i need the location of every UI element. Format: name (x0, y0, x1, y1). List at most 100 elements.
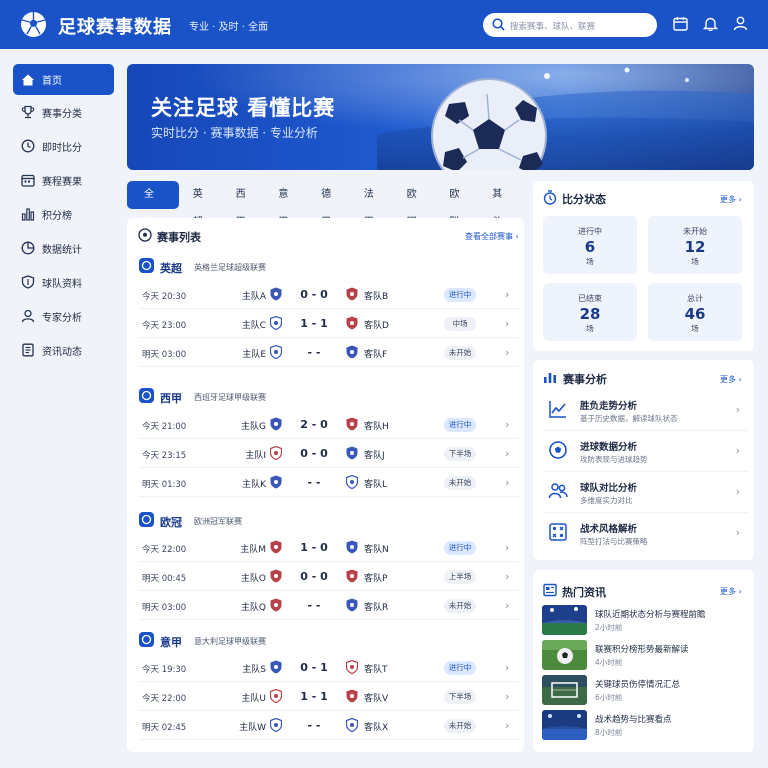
sidebar-item-statistics[interactable]: 数据统计 (13, 231, 114, 265)
analysis-item-trend[interactable]: 胜负走势分析 基于历史数据，解读球队状态 › (543, 390, 748, 431)
sidebar-item-standings[interactable]: 积分榜 (13, 197, 114, 231)
stat-card-finished[interactable]: 已结束 28 场 (543, 283, 637, 341)
stat-card-total[interactable]: 总计 46 场 (648, 283, 742, 341)
match-status-badge: 下半场 (444, 447, 476, 461)
tab-champions-league[interactable]: 欧冠 (396, 181, 436, 228)
news-more-link[interactable]: 更多 › (720, 586, 742, 597)
home-team: 主队C (241, 321, 266, 331)
chevron-right-icon[interactable]: › (505, 599, 509, 612)
league-header[interactable]: 意甲 意大利足球甲级联赛 (139, 630, 519, 650)
league-header[interactable]: 英超 英格兰足球超级联赛 (139, 256, 519, 276)
tab-europa-league[interactable]: 欧联 (438, 181, 478, 228)
stat-unit: 场 (691, 257, 699, 266)
calendar-icon[interactable] (673, 16, 688, 31)
away-team-shield-icon (346, 316, 358, 330)
match-score: 0 - 1 (300, 661, 328, 674)
match-analysis-panel: 赛事分析 更多 › 胜负走势分析 基于历史数据，解读球队状态 › 进球数据分析 … (533, 360, 754, 560)
stat-card-live[interactable]: 进行中 6 场 (543, 216, 637, 274)
news-item[interactable]: 球队近期状态分析与赛程前瞻 2小时前 (542, 605, 748, 637)
chevron-right-icon[interactable]: › (505, 719, 509, 732)
app-title[interactable]: 足球赛事数据 (58, 13, 172, 39)
tab-ligue-1[interactable]: 法甲 (353, 181, 393, 228)
analysis-item-goals[interactable]: 进球数据分析 攻防表现与进球趋势 › (543, 431, 748, 472)
home-team: 主队I (245, 451, 266, 461)
sidebar-item-schedule[interactable]: 赛程赛果 (13, 163, 114, 197)
sidebar-item-categories[interactable]: 赛事分类 (13, 95, 114, 129)
chevron-right-icon[interactable]: › (505, 346, 509, 359)
home-team: 主队G (241, 422, 266, 432)
match-status-badge: 未开始 (444, 346, 476, 360)
stat-card-upcoming[interactable]: 未开始 12 场 (648, 216, 742, 274)
tab-la-liga[interactable]: 西甲 (225, 181, 265, 228)
match-row[interactable]: 今天 23:15 主队I 0 - 0 客队J 下半场 › (139, 439, 519, 468)
news-item[interactable]: 联赛积分榜形势最新解读 4小时前 (542, 640, 748, 672)
chevron-right-icon[interactable]: › (505, 570, 509, 583)
league-header[interactable]: 欧冠 欧洲冠军联赛 (139, 510, 519, 530)
tab-all[interactable]: 全部 (127, 181, 179, 228)
chevron-right-icon[interactable]: › (505, 661, 509, 674)
bell-icon[interactable] (703, 16, 718, 31)
stat-unit: 场 (586, 257, 594, 266)
league-badge-icon (139, 258, 154, 273)
tab-premier-league[interactable]: 英超 (182, 181, 222, 228)
match-time: 明天 03:00 (142, 603, 187, 613)
match-row[interactable]: 今天 22:00 主队U 1 - 1 客队V 下半场 › (139, 682, 519, 711)
match-row[interactable]: 明天 02:45 主队W - - 客队X 未开始 › (139, 711, 519, 740)
news-item[interactable]: 战术趋势与比赛看点 8小时前 (542, 710, 748, 742)
chevron-right-icon[interactable]: › (505, 690, 509, 703)
chevron-right-icon[interactable]: › (505, 447, 509, 460)
hero-title: 关注足球 看懂比赛 (151, 96, 336, 120)
league-name: 欧冠 (160, 516, 182, 529)
match-row[interactable]: 明天 01:30 主队K - - 客队L 未开始 › (139, 468, 519, 497)
tactics-board-icon (548, 522, 568, 542)
chevron-right-icon[interactable]: › (505, 476, 509, 489)
away-team-shield-icon (346, 345, 358, 359)
match-row[interactable]: 今天 23:00 主队C 1 - 1 客队D 中场 › (139, 309, 519, 338)
team-compare-icon (548, 481, 568, 501)
sidebar-item-label: 数据统计 (42, 244, 82, 256)
sidebar-item-news[interactable]: 资讯动态 (13, 333, 114, 367)
analysis-more-link[interactable]: 更多 › (720, 374, 742, 385)
analysis-item-desc: 攻防表现与进球趋势 (580, 455, 648, 464)
search-placeholder: 搜索赛事、球队、联赛 (510, 22, 596, 32)
tab-serie-a[interactable]: 意甲 (267, 181, 307, 228)
sidebar-item-team-info[interactable]: 球队资料 (13, 265, 114, 299)
match-row[interactable]: 今天 19:30 主队S 0 - 1 客队T 进行中 › (139, 653, 519, 682)
match-row[interactable]: 明天 00:45 主队O 0 - 0 客队P 上半场 › (139, 562, 519, 591)
sidebar-item-expert-analysis[interactable]: 专家分析 (13, 299, 114, 333)
analysis-item-tactics[interactable]: 战术风格解析 阵型打法与比赛策略 › (543, 513, 748, 554)
match-row[interactable]: 今天 20:30 主队A 0 - 0 客队B 进行中 › (139, 280, 519, 309)
search-input[interactable]: 搜索赛事、球队、联赛 (483, 13, 657, 37)
home-team-shield-icon (270, 540, 282, 554)
match-time: 今天 23:15 (142, 451, 187, 461)
chevron-right-icon[interactable]: › (505, 288, 509, 301)
chevron-right-icon[interactable]: › (505, 317, 509, 330)
document-icon (21, 343, 35, 357)
tab-bundesliga[interactable]: 德甲 (310, 181, 350, 228)
soccer-ball-logo-icon[interactable] (20, 11, 47, 38)
chevron-right-icon: › (735, 526, 740, 539)
news-time: 8小时前 (595, 728, 623, 737)
match-row[interactable]: 明天 03:00 主队E - - 客队F 未开始 › (139, 338, 519, 367)
chevron-right-icon[interactable]: › (505, 418, 509, 431)
top-header: 足球赛事数据 专业 · 及时 · 全面 搜索赛事、球队、联赛 (0, 0, 768, 49)
sidebar-item-home[interactable]: 首页 (13, 64, 114, 95)
chevron-right-icon[interactable]: › (505, 541, 509, 554)
view-all-matches-link[interactable]: 查看全部赛事 › (465, 231, 519, 242)
away-team-shield-icon (346, 287, 358, 301)
league-header[interactable]: 西甲 西班牙足球甲级联赛 (139, 386, 519, 406)
match-row[interactable]: 今天 21:00 主队G 2 - 0 客队H 进行中 › (139, 410, 519, 439)
league-badge-icon (139, 512, 154, 527)
score-status-more-link[interactable]: 更多 › (720, 194, 742, 205)
sidebar-item-label: 积分榜 (42, 210, 72, 222)
news-headline: 联赛积分榜形势最新解读 (595, 645, 689, 655)
user-icon[interactable] (733, 16, 748, 31)
match-score: - - (307, 346, 321, 359)
analysis-item-compare[interactable]: 球队对比分析 多维度实力对比 › (543, 472, 748, 513)
sidebar-item-live-score[interactable]: 即时比分 (13, 129, 114, 163)
soccer-ball-icon (548, 440, 568, 460)
match-row[interactable]: 今天 22:00 主队M 1 - 0 客队N 进行中 › (139, 533, 519, 562)
match-row[interactable]: 明天 03:00 主队Q - - 客队R 未开始 › (139, 591, 519, 620)
news-item[interactable]: 关键球员伤停情况汇总 6小时前 (542, 675, 748, 707)
tab-other[interactable]: 其他 (481, 181, 521, 228)
